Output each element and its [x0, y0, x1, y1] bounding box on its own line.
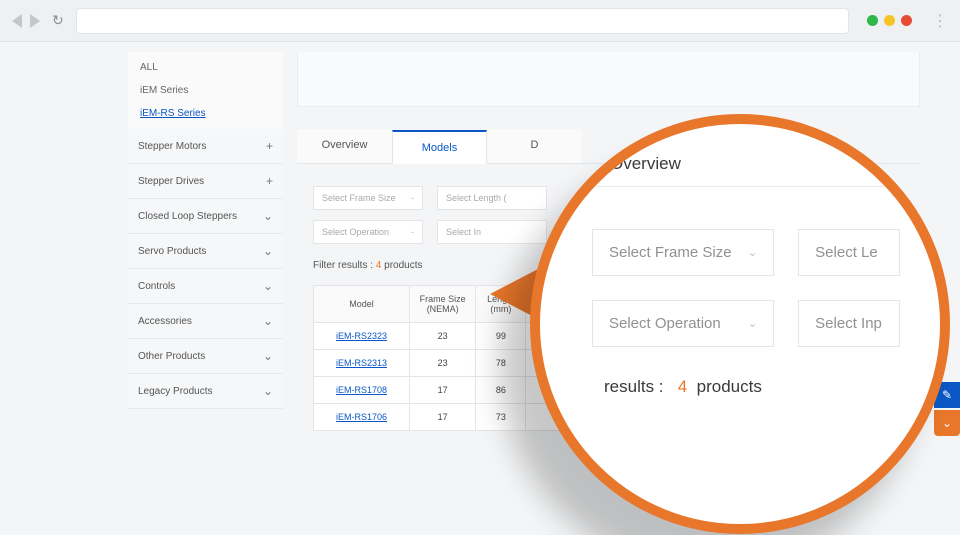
cell: 78: [476, 350, 526, 377]
sidebar-cat-servo[interactable]: Servo Products ⌄: [128, 234, 283, 269]
sidebar-cat-label: Accessories: [138, 316, 192, 327]
th-model: Model: [314, 286, 410, 323]
caret-icon: -: [411, 227, 414, 237]
sidebar-cat-controls[interactable]: Controls ⌄: [128, 269, 283, 304]
zoom-filter-label: Select Inp: [815, 315, 882, 332]
sidebar-cat-stepper-drives[interactable]: Stepper Drives +: [128, 164, 283, 199]
cell-model[interactable]: iEM-RS1708: [314, 377, 410, 404]
zoom-filter-label: Select Le: [815, 244, 878, 261]
chevron-down-icon: ⌄: [942, 416, 952, 430]
cell: 23: [409, 350, 475, 377]
sidebar-subcategory-list: ALL iEM Series iEM-RS Series: [128, 52, 283, 129]
page-viewport: ALL iEM Series iEM-RS Series Stepper Mot…: [0, 42, 960, 535]
chevron-down-icon: ⌄: [748, 317, 757, 330]
sidebar-item-iem-rs[interactable]: iEM-RS Series: [128, 102, 283, 125]
chevron-down-icon: ⌄: [263, 209, 273, 223]
sidebar-cat-other[interactable]: Other Products ⌄: [128, 339, 283, 374]
zoom-results-post: products: [697, 377, 762, 396]
expand-icon: +: [266, 139, 273, 153]
tab-models[interactable]: Models: [392, 130, 487, 164]
zoom-results-count: 4: [678, 377, 687, 396]
sidebar-cat-label: Controls: [138, 281, 175, 292]
cell: 86: [476, 377, 526, 404]
sidebar-cat-stepper-motors[interactable]: Stepper Motors +: [128, 129, 283, 164]
cell-model[interactable]: iEM-RS2323: [314, 323, 410, 350]
filter-label: Select In: [446, 227, 481, 237]
chevron-down-icon: ⌄: [263, 384, 273, 398]
zoom-results-pre: results :: [604, 377, 664, 396]
window-controls: [867, 15, 912, 26]
sidebar: ALL iEM Series iEM-RS Series Stepper Mot…: [128, 52, 283, 409]
chevron-down-icon: ⌄: [263, 349, 273, 363]
sidebar-cat-accessories[interactable]: Accessories ⌄: [128, 304, 283, 339]
traffic-light-red[interactable]: [901, 15, 912, 26]
filter-label: Select Frame Size: [322, 193, 396, 203]
browser-chrome: ↻ ⋮: [0, 0, 960, 42]
cell: 17: [409, 377, 475, 404]
zoom-filter-label: Select Frame Size: [609, 244, 732, 261]
sidebar-cat-label: Other Products: [138, 351, 205, 362]
cell-model[interactable]: iEM-RS1706: [314, 404, 410, 431]
cell: 17: [409, 404, 475, 431]
zoom-filter-input[interactable]: Select Inp: [798, 300, 900, 347]
cell: 99: [476, 323, 526, 350]
sidebar-item-all[interactable]: ALL: [128, 56, 283, 79]
caret-icon: -: [411, 193, 414, 203]
zoom-filter-label: Select Operation: [609, 315, 721, 332]
sidebar-item-iem[interactable]: iEM Series: [128, 79, 283, 102]
browser-more-icon[interactable]: ⋮: [932, 11, 948, 31]
chevron-down-icon: ⌄: [263, 314, 273, 328]
results-count: 4: [376, 260, 382, 271]
zoom-filter-length[interactable]: Select Le: [798, 229, 900, 276]
th-frame: Frame Size (NEMA): [409, 286, 475, 323]
filter-label: Select Operation: [322, 227, 389, 237]
edit-icon: ✎: [942, 388, 952, 402]
sidebar-cat-legacy[interactable]: Legacy Products ⌄: [128, 374, 283, 409]
sidebar-cat-label: Legacy Products: [138, 386, 213, 397]
filter-input[interactable]: Select In: [437, 220, 547, 244]
traffic-light-yellow[interactable]: [884, 15, 895, 26]
side-action-chevron[interactable]: ⌄: [934, 410, 960, 436]
sidebar-cat-label: Stepper Drives: [138, 176, 204, 187]
chevron-down-icon: ⌄: [263, 244, 273, 258]
sidebar-cat-closed-loop[interactable]: Closed Loop Steppers ⌄: [128, 199, 283, 234]
cell-model[interactable]: iEM-RS2313: [314, 350, 410, 377]
chevron-down-icon: ⌄: [748, 246, 757, 259]
results-label-post: products: [384, 260, 422, 271]
tab-overview[interactable]: Overview: [297, 129, 392, 163]
zoom-body: Select Frame Size ⌄ Select Le Select Ope…: [540, 187, 940, 397]
nav-forward-button[interactable]: [30, 14, 40, 28]
zoom-lens: Overview M Select Frame Size ⌄ Select Le…: [530, 114, 950, 534]
traffic-light-green[interactable]: [867, 15, 878, 26]
sidebar-cat-label: Stepper Motors: [138, 141, 206, 152]
expand-icon: +: [266, 174, 273, 188]
filter-operation[interactable]: Select Operation -: [313, 220, 423, 244]
filter-label: Select Length (: [446, 193, 507, 203]
zoom-filter-operation[interactable]: Select Operation ⌄: [592, 300, 774, 347]
sidebar-cat-label: Closed Loop Steppers: [138, 211, 237, 222]
zoom-results: results : 4 products: [592, 377, 900, 397]
results-label-pre: Filter results :: [313, 260, 373, 271]
reload-button[interactable]: ↻: [52, 12, 64, 29]
hero-banner: [297, 52, 920, 107]
filter-frame-size[interactable]: Select Frame Size -: [313, 186, 423, 210]
chevron-down-icon: ⌄: [263, 279, 273, 293]
cell: 23: [409, 323, 475, 350]
zoom-tab-overview[interactable]: Overview: [610, 154, 681, 174]
cell: 73: [476, 404, 526, 431]
tab-third[interactable]: D: [487, 129, 582, 163]
nav-back-button[interactable]: [12, 14, 22, 28]
url-bar[interactable]: [76, 8, 849, 34]
zoom-filter-frame[interactable]: Select Frame Size ⌄: [592, 229, 774, 276]
sidebar-cat-label: Servo Products: [138, 246, 206, 257]
filter-length[interactable]: Select Length (: [437, 186, 547, 210]
